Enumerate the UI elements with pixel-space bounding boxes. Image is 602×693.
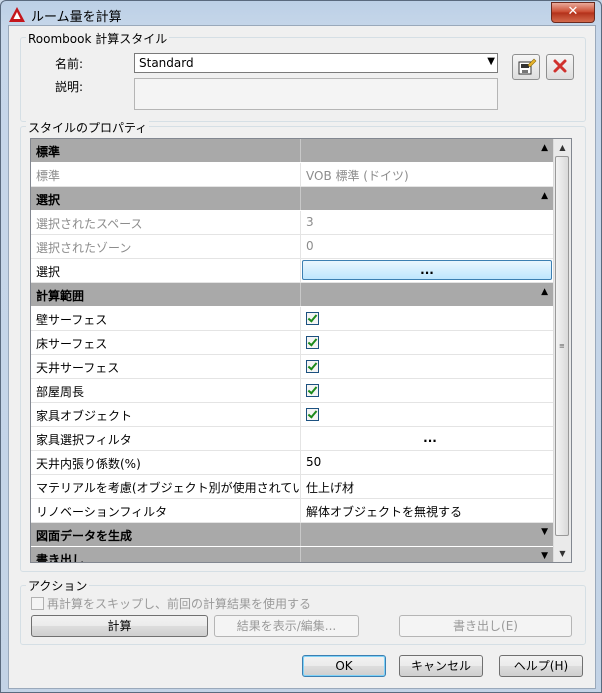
property-row-wall-surface[interactable]: 壁サーフェス [31, 307, 554, 331]
autocad-app-icon [9, 7, 25, 22]
window-title: ルーム量を計算 [31, 10, 122, 25]
scroll-up-icon[interactable]: ▲ [554, 139, 571, 156]
property-value[interactable]: 50 [301, 451, 554, 474]
property-label: 選択されたスペース [31, 211, 301, 234]
property-row-room-perimeter[interactable]: 部屋周長 [31, 379, 554, 403]
property-row-ceiling-surface[interactable]: 天井サーフェス [31, 355, 554, 379]
property-value[interactable]: 解体オブジェクトを無視する [301, 499, 554, 522]
property-label: 壁サーフェス [31, 307, 301, 330]
property-row-material[interactable]: マテリアルを考慮(オブジェクト別が使用されてい 仕上げ材 [31, 475, 554, 499]
property-label: 天井内張り係数(%) [31, 451, 301, 474]
scrollbar-thumb[interactable]: ≡ [555, 156, 569, 536]
category-calc-range[interactable]: 計算範囲 ▲ [31, 283, 554, 307]
property-label: マテリアルを考慮(オブジェクト別が使用されてい [31, 475, 301, 498]
dialog-client: Roombook 計算スタイル 名前: Standard ▼ 説明: スタイルの… [8, 25, 596, 689]
cancel-button[interactable]: キャンセル [399, 655, 483, 677]
category-selection[interactable]: 選択 ▲ [31, 187, 554, 211]
property-row-floor-surface[interactable]: 床サーフェス [31, 331, 554, 355]
collapse-arrow-icon[interactable]: ▲ [541, 287, 548, 297]
category-label: 標準 [31, 139, 301, 162]
show-results-button[interactable]: 結果を表示/編集... [214, 615, 359, 637]
property-row-ceiling-factor[interactable]: 天井内張り係数(%) 50 [31, 451, 554, 475]
category-drawing[interactable]: 図面データを生成 ▼ [31, 523, 554, 547]
expand-arrow-icon[interactable]: ▼ [541, 551, 548, 561]
style-name-value: Standard [139, 56, 194, 70]
select-objects-button[interactable]: ... [302, 260, 552, 280]
category-label: 計算範囲 [31, 283, 301, 306]
description-label: 説明: [55, 80, 84, 94]
property-value[interactable]: 仕上げ材 [301, 475, 554, 498]
description-field [134, 78, 498, 110]
dialog-window: ルーム量を計算 ✕ Roombook 計算スタイル 名前: Standard ▼… [0, 0, 602, 693]
help-button[interactable]: ヘルプ(H) [499, 655, 583, 677]
properties-group-label: スタイルのプロパティ [26, 119, 150, 136]
property-row-select[interactable]: 選択 ... [31, 259, 554, 283]
category-standard[interactable]: 標準 ▲ [31, 139, 554, 163]
window-close-button[interactable]: ✕ [551, 2, 595, 23]
category-label: 書き出し [31, 547, 301, 562]
style-name-dropdown[interactable]: Standard ▼ [134, 53, 498, 73]
property-value: 0 [306, 239, 314, 253]
property-label: 選択されたゾーン [31, 235, 301, 258]
property-row-standard[interactable]: 標準 VOB 標準 (ドイツ) [31, 163, 554, 187]
property-label: 部屋周長 [31, 379, 301, 402]
action-group-label: アクション [26, 577, 90, 594]
property-row-selected-zones[interactable]: 選択されたゾーン 0 [31, 235, 554, 259]
collapse-arrow-icon[interactable]: ▲ [541, 191, 548, 201]
furniture-filter-ellipsis[interactable]: ... [301, 427, 554, 450]
calculate-button[interactable]: 計算 [31, 615, 208, 637]
property-label: 家具選択フィルタ [31, 427, 301, 450]
property-row-renovation-filter[interactable]: リノベーションフィルタ 解体オブジェクトを無視する [31, 499, 554, 523]
property-label: リノベーションフィルタ [31, 499, 301, 522]
property-value: VOB 標準 (ドイツ) [306, 169, 409, 183]
property-label: 天井サーフェス [31, 355, 301, 378]
room-perimeter-checkbox[interactable] [306, 384, 319, 397]
property-label: 家具オブジェクト [31, 403, 301, 426]
property-grid-scrollbar[interactable]: ▲ ≡ ▼ [553, 139, 571, 562]
edit-style-button[interactable] [512, 54, 540, 80]
delete-style-button[interactable] [546, 54, 574, 80]
edit-style-icon [518, 58, 537, 75]
property-label: 選択 [31, 259, 301, 282]
chevron-down-icon: ▼ [487, 56, 495, 67]
title-bar[interactable]: ルーム量を計算 ✕ [1, 1, 601, 27]
property-grid: 標準 ▲ 標準 VOB 標準 (ドイツ) 選択 ▲ 選択されたスペース 3 選択… [30, 138, 572, 563]
skip-recalc-checkbox[interactable] [31, 597, 44, 610]
property-row-furniture-filter[interactable]: 家具選択フィルタ ... [31, 427, 554, 451]
wall-surface-checkbox[interactable] [306, 312, 319, 325]
property-value: 3 [306, 215, 314, 229]
category-label: 図面データを生成 [31, 523, 301, 546]
floor-surface-checkbox[interactable] [306, 336, 319, 349]
property-row-furniture-object[interactable]: 家具オブジェクト [31, 403, 554, 427]
property-label: 床サーフェス [31, 331, 301, 354]
property-row-selected-spaces[interactable]: 選択されたスペース 3 [31, 211, 554, 235]
name-label: 名前: [55, 57, 84, 71]
expand-arrow-icon[interactable]: ▼ [541, 527, 548, 537]
furniture-object-checkbox[interactable] [306, 408, 319, 421]
ceiling-surface-checkbox[interactable] [306, 360, 319, 373]
delete-icon [553, 59, 567, 73]
grip-icon: ≡ [559, 342, 565, 350]
property-label: 標準 [31, 163, 301, 186]
export-button[interactable]: 書き出し(E) [399, 615, 572, 637]
scroll-down-icon[interactable]: ▼ [554, 545, 571, 562]
roombook-group-label: Roombook 計算スタイル [26, 30, 170, 47]
collapse-arrow-icon[interactable]: ▲ [541, 143, 548, 153]
ok-button[interactable]: OK [302, 655, 386, 677]
skip-recalc-label: 再計算をスキップし、前回の計算結果を使用する [47, 597, 312, 611]
category-label: 選択 [31, 187, 301, 210]
category-export[interactable]: 書き出し ▼ [31, 547, 554, 562]
